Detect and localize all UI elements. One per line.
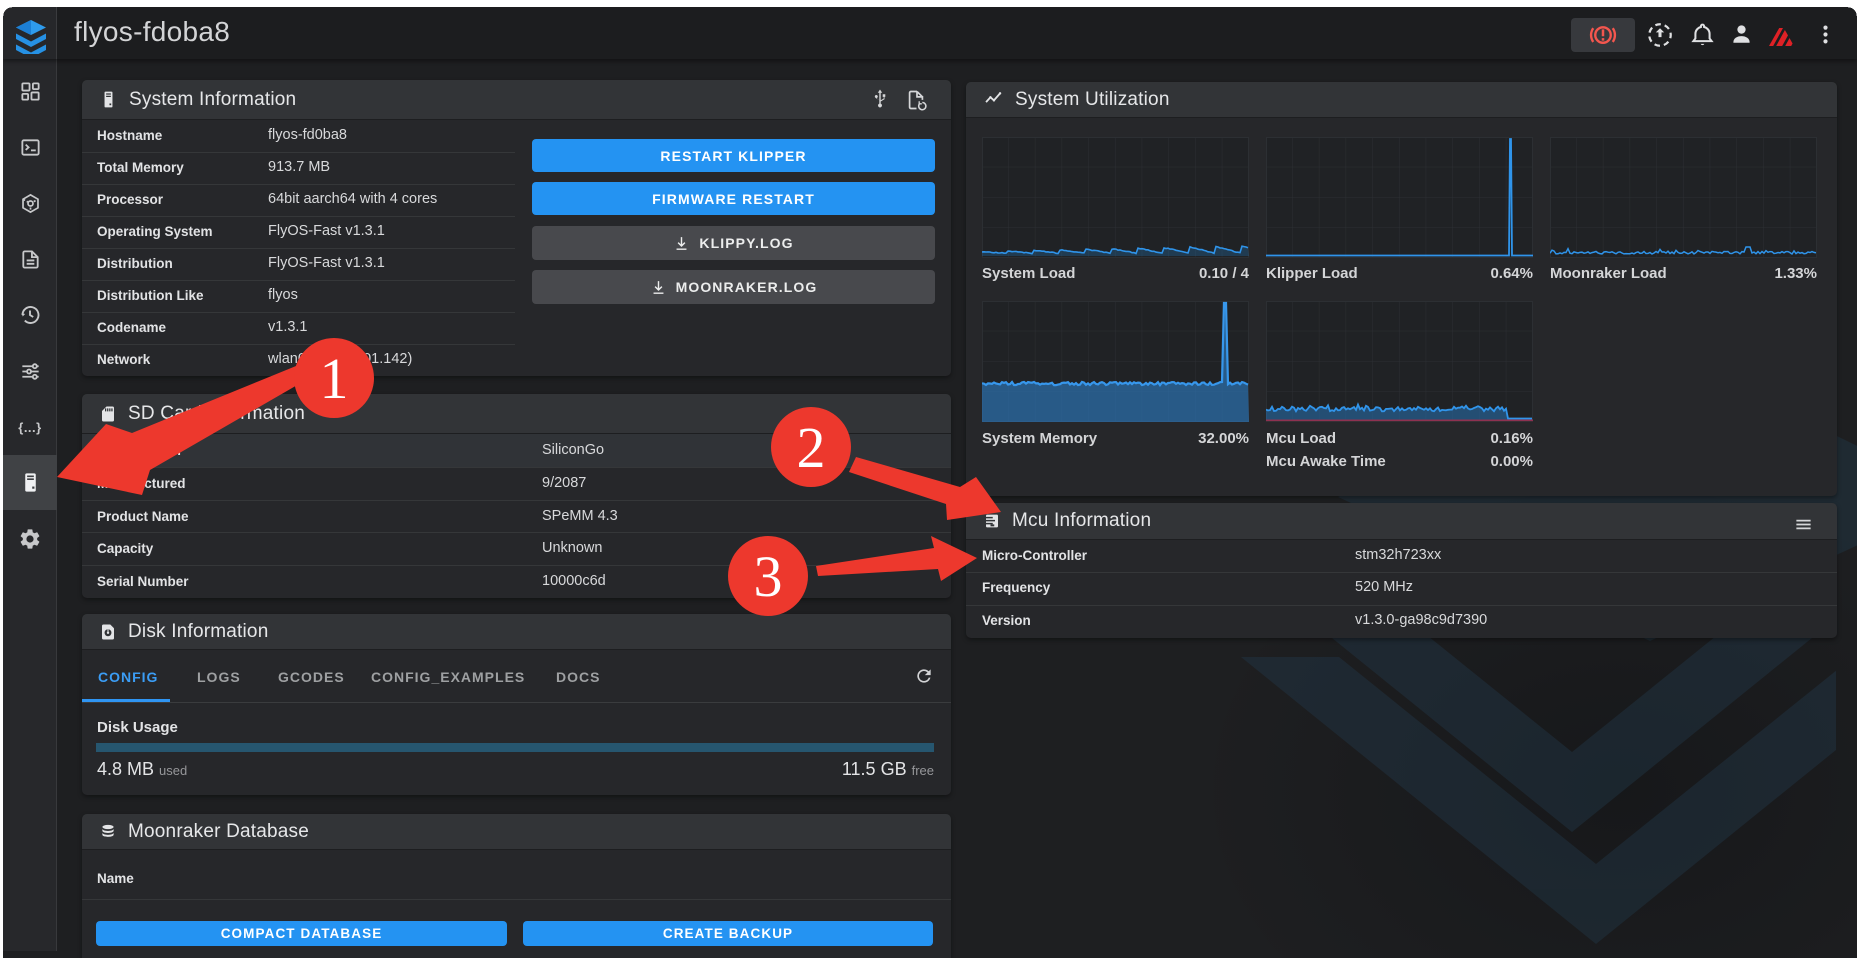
svg-text:1: 1: [320, 346, 349, 411]
svg-text:3: 3: [754, 544, 783, 609]
svg-text:2: 2: [797, 415, 826, 480]
